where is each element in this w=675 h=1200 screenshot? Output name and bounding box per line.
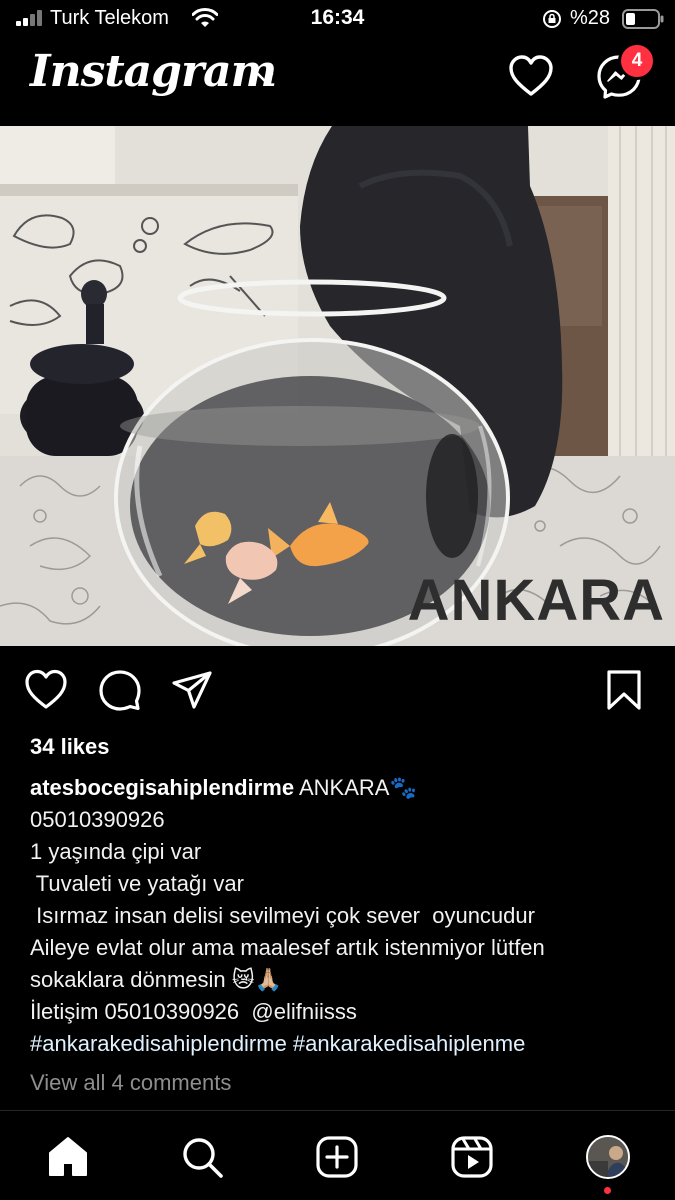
heart-icon[interactable]	[508, 54, 554, 98]
post-actions	[0, 662, 675, 718]
profile-avatar[interactable]	[586, 1135, 630, 1179]
bottom-nav	[0, 1110, 675, 1200]
battery-percent: %28	[570, 7, 611, 29]
post-caption: atesbocegisahiplendirme ANKARA🐾 05010390…	[30, 772, 660, 1060]
caption-text: sokaklara dönmesin 😿🙏🏼	[30, 967, 283, 992]
view-comments-link[interactable]: View all 4 comments	[30, 1070, 231, 1096]
caption-text: Isırmaz insan delisi sevilmeyi çok sever…	[30, 903, 535, 928]
caption-username[interactable]: atesbocegisahiplendirme	[30, 775, 294, 800]
notification-dot	[604, 1187, 611, 1194]
likes-count[interactable]: 34 likes	[30, 734, 110, 760]
comment-icon[interactable]	[98, 668, 142, 712]
avatar-image	[588, 1137, 628, 1177]
image-watermark: ANKARA	[407, 568, 665, 633]
caption-line-1: atesbocegisahiplendirme ANKARA🐾	[30, 772, 660, 804]
caption-text: Tuvaleti ve yatağı var	[30, 871, 244, 896]
reels-icon[interactable]	[450, 1135, 494, 1179]
caption-phone: 05010390926	[30, 807, 165, 832]
caption-text: 1 yaşında çipi var	[30, 839, 202, 864]
caption-text: ANKARA🐾	[294, 775, 417, 800]
create-post-icon[interactable]	[315, 1135, 359, 1179]
home-icon[interactable]	[46, 1135, 90, 1179]
share-icon[interactable]	[170, 668, 214, 712]
like-heart-icon[interactable]	[24, 668, 68, 712]
rotation-lock-icon	[543, 10, 561, 28]
caption-contact[interactable]: İletişim 05010390926 @elifniisss	[30, 996, 660, 1028]
caption-text: Aileye evlat olur ama maalesef artık ist…	[30, 935, 545, 960]
caption-hashtags[interactable]: #ankarakedisahiplendirme #ankarakedisahi…	[30, 1028, 660, 1060]
post-image[interactable]: ANKARA	[0, 126, 675, 646]
chevron-down-icon[interactable]	[254, 66, 276, 88]
bookmark-icon[interactable]	[602, 668, 646, 712]
search-icon[interactable]	[180, 1135, 224, 1179]
battery-icon	[622, 9, 664, 29]
status-bar: Turk Telekom 16:34 %28	[0, 0, 675, 38]
messages-badge[interactable]: 4	[618, 42, 656, 80]
instagram-logo[interactable]: Instagram	[30, 46, 277, 97]
app-header: Instagram 4	[0, 40, 675, 126]
